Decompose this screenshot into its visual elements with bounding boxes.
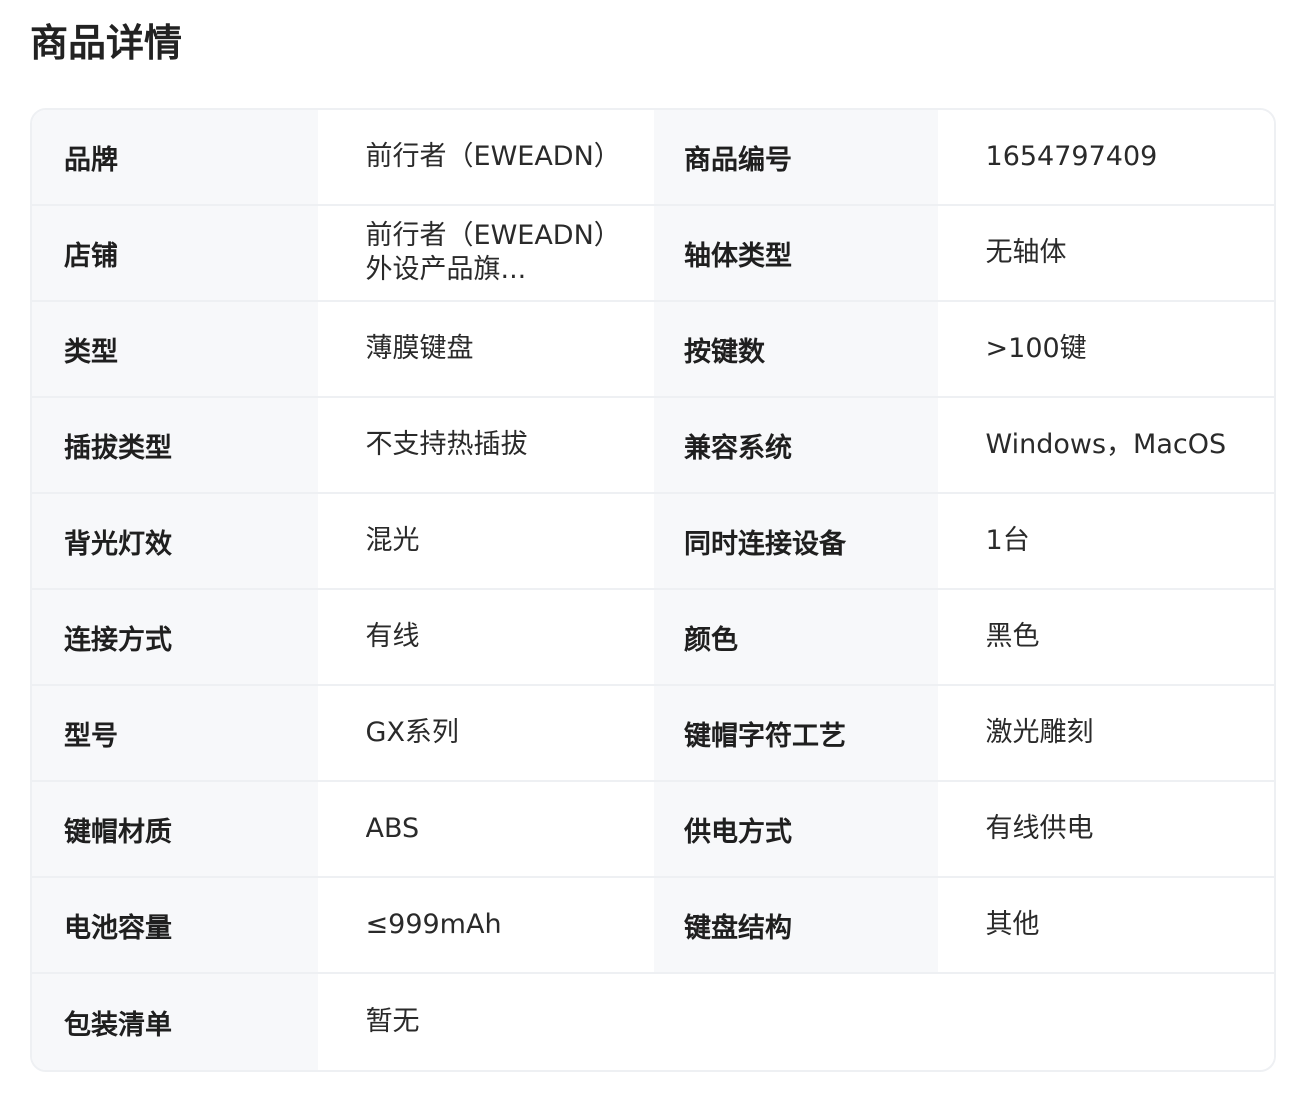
spec-value-text: 不支持热插拔 — [365, 429, 528, 460]
spec-label: 连接方式 — [32, 590, 318, 684]
spec-value-text: 混光 — [365, 525, 420, 556]
spec-label: 店铺 — [32, 206, 318, 300]
spec-value-text: 1台 — [985, 525, 1030, 556]
spec-label: 插拔类型 — [32, 398, 318, 492]
spec-value-text: ABS — [365, 813, 420, 844]
spec-value: 混光 — [317, 494, 654, 588]
spec-row-battery: 电池容量 ≤999mAh 键盘结构 其他 — [32, 878, 1274, 974]
spec-label: 兼容系统 — [654, 398, 938, 492]
spec-row-hotswap: 插拔类型 不支持热插拔 兼容系统 Windows，MacOS — [32, 398, 1274, 494]
spec-row-backlight: 背光灯效 混光 同时连接设备 1台 — [32, 494, 1274, 590]
spec-value: 1654797409 — [937, 110, 1274, 204]
spec-label: 包装清单 — [32, 974, 318, 1070]
spec-label: 按键数 — [654, 302, 938, 396]
spec-value: 黑色 — [937, 590, 1274, 684]
spec-value-text: 黑色 — [985, 621, 1040, 652]
spec-label: 同时连接设备 — [654, 494, 938, 588]
spec-value: 激光雕刻 — [937, 686, 1274, 780]
spec-value-text: 无轴体 — [985, 237, 1067, 268]
spec-value-text: 有线供电 — [985, 813, 1094, 844]
spec-label: 商品编号 — [654, 110, 938, 204]
spec-value: >100键 — [937, 302, 1274, 396]
spec-label: 背光灯效 — [32, 494, 318, 588]
spec-value: 1台 — [937, 494, 1274, 588]
spec-row-package: 包装清单 暂无 — [32, 974, 1274, 1070]
spec-value-text: 薄膜键盘 — [365, 333, 474, 364]
spec-label: 供电方式 — [654, 782, 938, 876]
spec-value-text: 前行者（EWEADN）外设产品旗... — [365, 220, 621, 285]
spec-label: 颜色 — [654, 590, 938, 684]
spec-value-text: Windows，MacOS — [985, 429, 1227, 460]
spec-value: 前行者（EWEADN） — [317, 110, 654, 204]
spec-row-store: 店铺 前行者（EWEADN）外设产品旗... 轴体类型 无轴体 — [32, 206, 1274, 302]
spec-value: 薄膜键盘 — [317, 302, 654, 396]
spec-value-text: 1654797409 — [985, 141, 1158, 172]
spec-value-text: 激光雕刻 — [985, 717, 1094, 748]
spec-row-connection: 连接方式 有线 颜色 黑色 — [32, 590, 1274, 686]
spec-value: 有线供电 — [937, 782, 1274, 876]
spec-value-text: >100键 — [985, 333, 1087, 364]
spec-value: 其他 — [937, 878, 1274, 972]
spec-value-text: ≤999mAh — [365, 909, 502, 940]
spec-value: Windows，MacOS — [937, 398, 1274, 492]
spec-value: 暂无 — [317, 974, 1274, 1070]
spec-row-type: 类型 薄膜键盘 按键数 >100键 — [32, 302, 1274, 398]
spec-value: 无轴体 — [937, 206, 1274, 300]
spec-label: 电池容量 — [32, 878, 318, 972]
spec-row-keycap-material: 键帽材质 ABS 供电方式 有线供电 — [32, 782, 1274, 878]
spec-value-text: 暂无 — [365, 1006, 420, 1037]
spec-value-text: 其他 — [985, 909, 1040, 940]
spec-label: 键盘结构 — [654, 878, 938, 972]
spec-label: 轴体类型 — [654, 206, 938, 300]
page-title: 商品详情 — [30, 21, 183, 65]
spec-label: 键帽材质 — [32, 782, 318, 876]
spec-table: 品牌 前行者（EWEADN） 商品编号 1654797409 店铺 前行者（EW… — [30, 108, 1276, 1072]
spec-value: 有线 — [317, 590, 654, 684]
spec-row-brand: 品牌 前行者（EWEADN） 商品编号 1654797409 — [32, 110, 1274, 206]
spec-value-text: GX系列 — [365, 717, 459, 748]
spec-row-model: 型号 GX系列 键帽字符工艺 激光雕刻 — [32, 686, 1274, 782]
spec-label: 型号 — [32, 686, 318, 780]
spec-label: 键帽字符工艺 — [654, 686, 938, 780]
spec-value: 不支持热插拔 — [317, 398, 654, 492]
spec-value: ABS — [317, 782, 654, 876]
spec-value-text: 前行者（EWEADN） — [365, 141, 621, 172]
spec-value: 前行者（EWEADN）外设产品旗... — [317, 206, 654, 300]
spec-value-text: 有线 — [365, 621, 420, 652]
spec-label: 类型 — [32, 302, 318, 396]
spec-value: GX系列 — [317, 686, 654, 780]
spec-label: 品牌 — [32, 110, 318, 204]
spec-value: ≤999mAh — [317, 878, 654, 972]
